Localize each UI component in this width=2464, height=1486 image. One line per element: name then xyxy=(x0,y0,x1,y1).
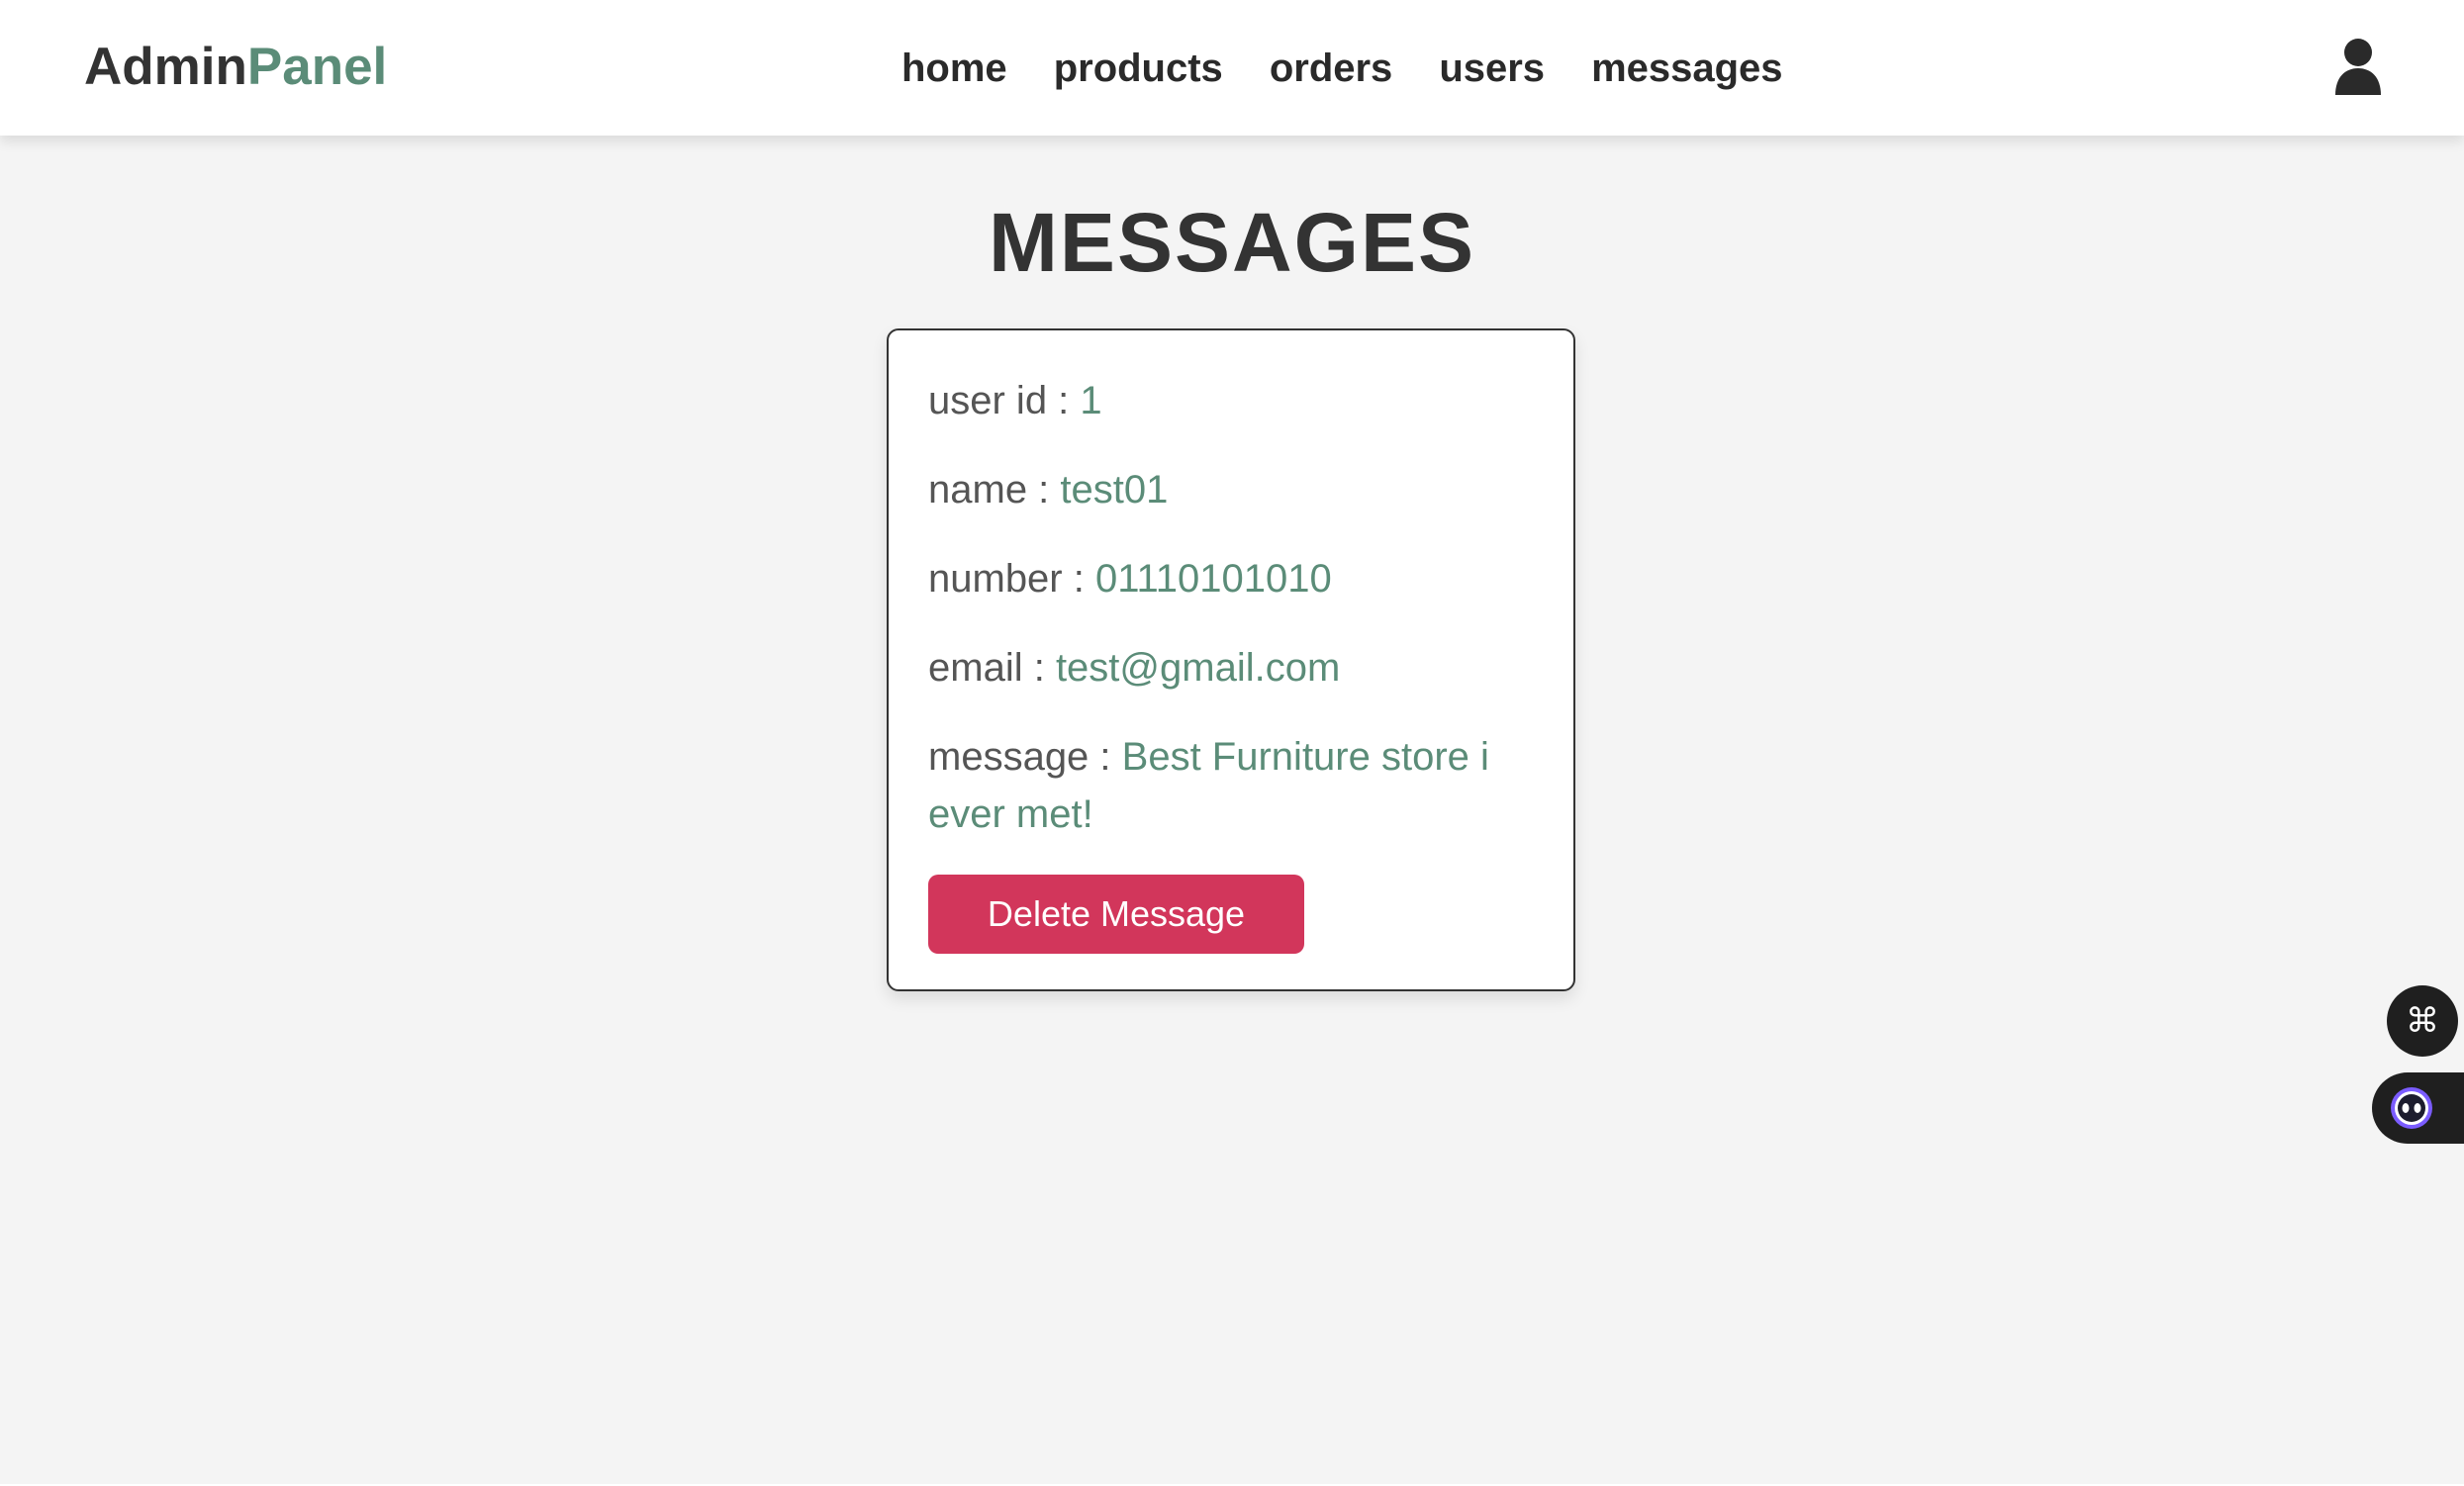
nav-users[interactable]: users xyxy=(1439,41,1545,96)
assistant-button[interactable] xyxy=(2372,1072,2464,1144)
assistant-face-icon xyxy=(2391,1087,2432,1129)
nav-links: home products orders users messages xyxy=(901,41,1783,96)
command-icon: ⌘ xyxy=(2406,1002,2439,1040)
page-title: MESSAGES xyxy=(988,196,1476,289)
nav-home[interactable]: home xyxy=(901,41,1007,96)
number-row: number : 01110101010 xyxy=(928,550,1534,607)
user-id-label: user id : xyxy=(928,379,1081,422)
nav-products[interactable]: products xyxy=(1054,41,1223,96)
nav-messages[interactable]: messages xyxy=(1591,41,1782,96)
name-label: name : xyxy=(928,468,1061,511)
command-button[interactable]: ⌘ xyxy=(2387,985,2458,1057)
user-id-row: user id : 1 xyxy=(928,372,1534,429)
email-value: test@gmail.com xyxy=(1055,646,1341,690)
logo-panel-text: Panel xyxy=(246,38,388,96)
delete-message-button[interactable]: Delete Message xyxy=(928,875,1304,954)
email-row: email : test@gmail.com xyxy=(928,639,1534,697)
logo-admin-text: Admin xyxy=(84,38,247,96)
name-value: test01 xyxy=(1060,468,1169,511)
number-value: 01110101010 xyxy=(1094,557,1332,601)
message-label: message : xyxy=(928,735,1122,779)
user-id-value: 1 xyxy=(1080,379,1102,422)
message-card: user id : 1 name : test01 number : 01110… xyxy=(887,328,1575,991)
user-icon[interactable] xyxy=(2333,38,2383,95)
name-row: name : test01 xyxy=(928,461,1534,518)
message-row: message : Best Furniture store i ever me… xyxy=(928,728,1534,843)
logo[interactable]: AdminPanel xyxy=(84,36,387,99)
user-silhouette-icon xyxy=(2335,39,2381,95)
number-label: number : xyxy=(928,557,1095,601)
email-label: email : xyxy=(928,646,1056,690)
nav-orders[interactable]: orders xyxy=(1270,41,1393,96)
top-header: AdminPanel home products orders users me… xyxy=(0,0,2464,136)
